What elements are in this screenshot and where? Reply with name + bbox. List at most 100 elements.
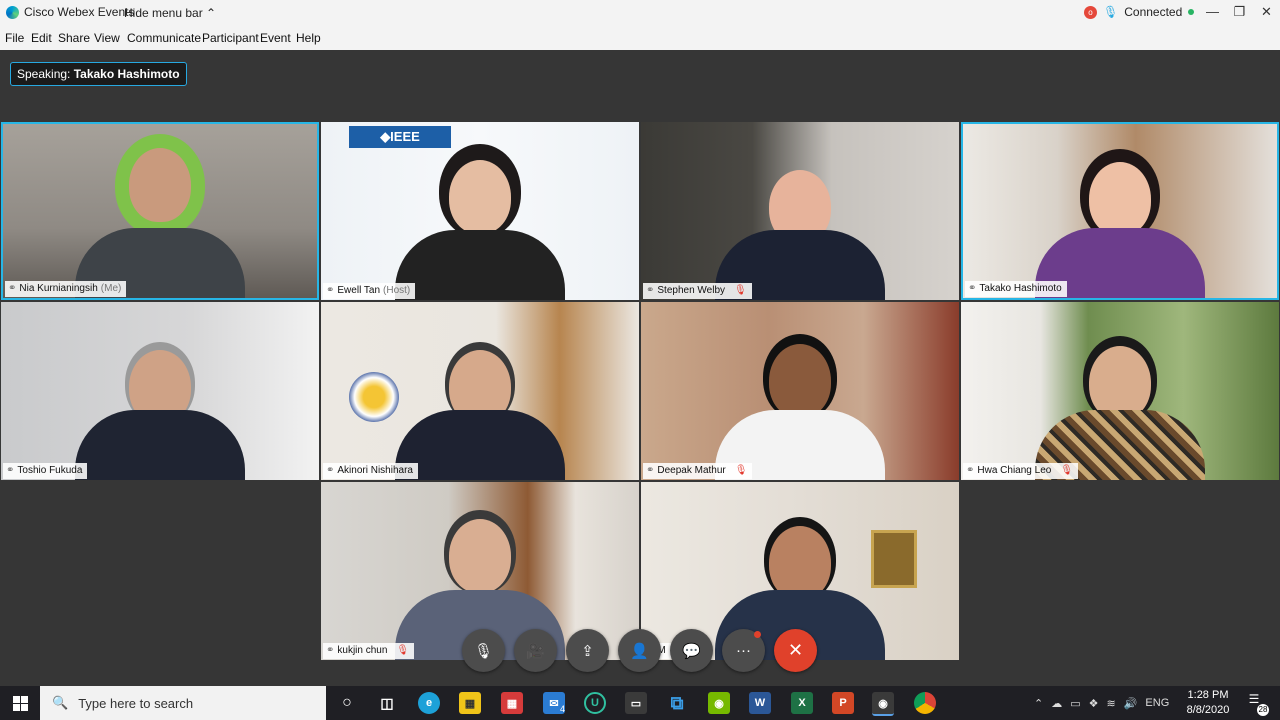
- window-controls: — ❐ ✕: [1199, 0, 1280, 26]
- video-tile[interactable]: ⚭ Toshio Fukuda: [1, 302, 319, 480]
- active-speaker-indicator: Speaking: Takako Hashimoto: [10, 62, 187, 86]
- leave-meeting-button[interactable]: ✕: [774, 629, 817, 672]
- store-icon[interactable]: ▦: [459, 692, 481, 714]
- participant-name: kukjin chun: [337, 645, 388, 656]
- word-icon[interactable]: W: [749, 692, 771, 714]
- close-button[interactable]: ✕: [1253, 0, 1280, 26]
- video-tile[interactable]: ⚭ Hwa Chiang Leo 🎙: [961, 302, 1279, 480]
- minimize-button[interactable]: —: [1199, 0, 1226, 26]
- participant-video: [1020, 330, 1220, 480]
- app-title-group: Cisco Webex Events: [6, 5, 135, 19]
- notification-dot-icon: [754, 631, 761, 638]
- upwork-icon[interactable]: U: [584, 692, 606, 714]
- participant-video: [60, 128, 260, 298]
- menu-participant[interactable]: Participant: [202, 31, 259, 45]
- speaking-prefix: Speaking:: [17, 67, 71, 81]
- mic-status-icon: 🎙: [1103, 5, 1119, 19]
- notification-center-icon[interactable]: ☰ 28: [1243, 692, 1269, 716]
- video-button[interactable]: 🎥: [514, 629, 557, 672]
- share-button[interactable]: ⇪: [566, 629, 609, 672]
- video-tile[interactable]: ⚭ Nia Kurnianingsih (Me): [1, 122, 319, 300]
- menu-share[interactable]: Share: [58, 31, 90, 45]
- keyboard-layout[interactable]: ENG: [1145, 697, 1169, 709]
- participant-video: [1020, 148, 1220, 298]
- title-bar: Cisco Webex Events Hide menu bar ⌃ o 🎙 C…: [0, 0, 1280, 26]
- meeting-controls: 🎙 🎥 ⇪ 👤 💬 ··· ✕: [462, 629, 817, 672]
- speaking-name: Takako Hashimoto: [73, 67, 180, 81]
- menu-edit[interactable]: Edit: [31, 31, 52, 45]
- participant-head: [129, 148, 191, 222]
- terminal-icon[interactable]: ▭: [625, 692, 647, 714]
- participant-name: Akinori Nishihara: [337, 465, 413, 476]
- menu-file[interactable]: File: [5, 31, 24, 45]
- video-tile[interactable]: ⚭ Stephen Welby 🎙: [641, 122, 959, 300]
- notification-count: 28: [1257, 704, 1269, 716]
- audio-icon: ⚭: [8, 283, 17, 294]
- video-tile[interactable]: ⚭ Deepak Mathur 🎙: [641, 302, 959, 480]
- audio-icon: ⚭: [326, 645, 335, 656]
- chat-button[interactable]: 💬: [670, 629, 713, 672]
- participant-nametag: ⚭ Akinori Nishihara: [323, 463, 418, 479]
- powerpoint-icon[interactable]: P: [832, 692, 854, 714]
- muted-mic-icon: 🎙: [734, 285, 747, 296]
- vscode-icon[interactable]: ⧉: [666, 692, 688, 714]
- connection-dot-icon: [1188, 9, 1195, 15]
- participant-nametag: ⚭ Takako Hashimoto: [965, 281, 1067, 297]
- wifi-icon[interactable]: ≋: [1107, 697, 1116, 710]
- video-tile[interactable]: ⚭ Akinori Nishihara: [321, 302, 639, 480]
- participant-video: [700, 330, 900, 480]
- tray-chevron-icon[interactable]: ⌃: [1034, 697, 1043, 710]
- gift-app-icon[interactable]: ▦: [501, 692, 523, 714]
- mute-button[interactable]: 🎙: [462, 629, 505, 672]
- audio-icon: ⚭: [646, 285, 655, 296]
- chrome-icon[interactable]: [914, 692, 936, 714]
- recording-icon[interactable]: o: [1084, 5, 1097, 19]
- participant-video: [380, 330, 580, 480]
- battery-icon[interactable]: ▭: [1070, 697, 1080, 710]
- participants-button[interactable]: 👤: [618, 629, 661, 672]
- start-button[interactable]: [0, 686, 40, 720]
- menu-view[interactable]: View: [94, 31, 120, 45]
- edge-browser-icon[interactable]: e: [418, 692, 440, 714]
- participant-torso: [395, 230, 565, 300]
- webex-logo-icon: [6, 5, 19, 19]
- menu-communicate[interactable]: Communicate: [127, 31, 201, 45]
- menu-help[interactable]: Help: [296, 31, 321, 45]
- more-options-button[interactable]: ···: [722, 629, 765, 672]
- clock-time: 1:28 PM: [1187, 689, 1229, 701]
- participant-name: Hwa Chiang Leo: [977, 465, 1052, 476]
- system-clock[interactable]: 1:28 PM 8/8/2020: [1181, 688, 1235, 718]
- participants-icon: 👤: [630, 642, 649, 660]
- windows-logo-icon: [12, 695, 28, 711]
- video-tile[interactable]: ◆IEEE ⚭ Ewell Tan (Host): [321, 122, 639, 300]
- restore-button[interactable]: ❐: [1226, 0, 1253, 26]
- participant-name: Deepak Mathur: [657, 465, 726, 476]
- participant-video: [380, 150, 580, 300]
- video-camera-icon: 🎥: [526, 642, 545, 660]
- excel-icon[interactable]: X: [791, 692, 813, 714]
- hide-menu-bar-button[interactable]: Hide menu bar ⌃: [124, 6, 216, 20]
- participant-head: [449, 519, 511, 593]
- mute-mic-icon: 🎙: [473, 642, 494, 660]
- muted-mic-icon: 🎙: [1060, 465, 1074, 476]
- muted-mic-icon: 🎙: [396, 645, 410, 656]
- volume-icon[interactable]: 🔊: [1124, 697, 1138, 710]
- menu-event[interactable]: Event: [260, 31, 291, 45]
- participant-role: (Me): [100, 283, 122, 294]
- participant-name: Nia Kurnianingsih: [19, 283, 98, 294]
- audio-icon: ⚭: [646, 465, 655, 476]
- participant-nametag: ⚭ Ewell Tan (Host): [323, 283, 416, 299]
- participant-torso: [75, 410, 245, 480]
- video-tile[interactable]: ⚭ Takako Hashimoto: [961, 122, 1279, 300]
- clock-date: 8/8/2020: [1186, 704, 1230, 716]
- taskbar-search-box[interactable]: 🔍 Type here to search: [40, 686, 326, 720]
- search-icon: 🔍: [52, 695, 69, 710]
- cortana-icon[interactable]: ○: [336, 692, 358, 714]
- nvidia-icon[interactable]: ◉: [708, 692, 730, 714]
- search-placeholder: Type here to search: [78, 695, 194, 711]
- task-view-icon[interactable]: ◫: [376, 692, 398, 714]
- tray-app-icon[interactable]: ☁: [1051, 697, 1062, 710]
- webex-taskbar-icon[interactable]: ◉: [872, 692, 894, 716]
- dropbox-icon[interactable]: ❖: [1089, 697, 1099, 710]
- participant-nametag: ⚭ Toshio Fukuda: [3, 463, 88, 479]
